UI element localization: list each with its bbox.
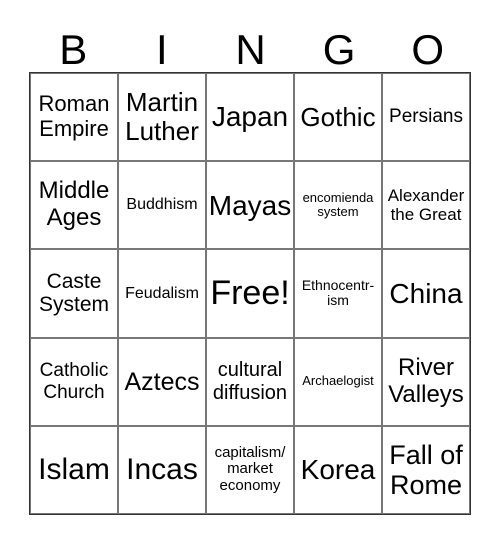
bingo-cell[interactable]: Aztecs: [118, 337, 206, 426]
bingo-cell[interactable]: Islam: [30, 425, 118, 514]
bingo-grid: Roman Empire Martin Luther Japan Gothic …: [29, 72, 471, 515]
bingo-cell[interactable]: Archaelogist: [294, 337, 382, 426]
bingo-cell[interactable]: encomienda system: [294, 161, 382, 250]
bingo-cell[interactable]: Japan: [206, 73, 294, 162]
bingo-cell[interactable]: Middle Ages: [30, 161, 118, 250]
bingo-cell[interactable]: cultural diffusion: [206, 337, 294, 426]
bingo-cell[interactable]: capitalism/ market economy: [206, 425, 294, 514]
bingo-cell[interactable]: Roman Empire: [30, 73, 118, 162]
bingo-cell[interactable]: Caste System: [30, 249, 118, 338]
bingo-cell[interactable]: Incas: [118, 425, 206, 514]
bingo-cell[interactable]: Catholic Church: [30, 337, 118, 426]
header-letter: I: [156, 26, 168, 73]
free-space-cell[interactable]: Free!: [206, 249, 294, 338]
header-letter: O: [411, 26, 444, 73]
bingo-cell[interactable]: Fall of Rome: [382, 425, 470, 514]
bingo-cell[interactable]: China: [382, 249, 470, 338]
header-letter: B: [59, 26, 88, 73]
bingo-cell[interactable]: Persians: [382, 73, 470, 162]
bingo-cell[interactable]: Ethnocentr- ism: [294, 249, 382, 338]
bingo-cell[interactable]: Martin Luther: [118, 73, 206, 162]
bingo-cell[interactable]: Buddhism: [118, 161, 206, 250]
bingo-cell[interactable]: Korea: [294, 425, 382, 514]
bingo-cell[interactable]: Mayas: [206, 161, 294, 250]
bingo-cell[interactable]: River Valleys: [382, 337, 470, 426]
bingo-cell[interactable]: Feudalism: [118, 249, 206, 338]
header-letter: N: [235, 26, 266, 73]
bingo-header: B I N G O: [29, 24, 472, 76]
bingo-cell[interactable]: Gothic: [294, 73, 382, 162]
header-letter: G: [322, 26, 356, 73]
bingo-cell[interactable]: Alexander the Great: [382, 161, 470, 250]
